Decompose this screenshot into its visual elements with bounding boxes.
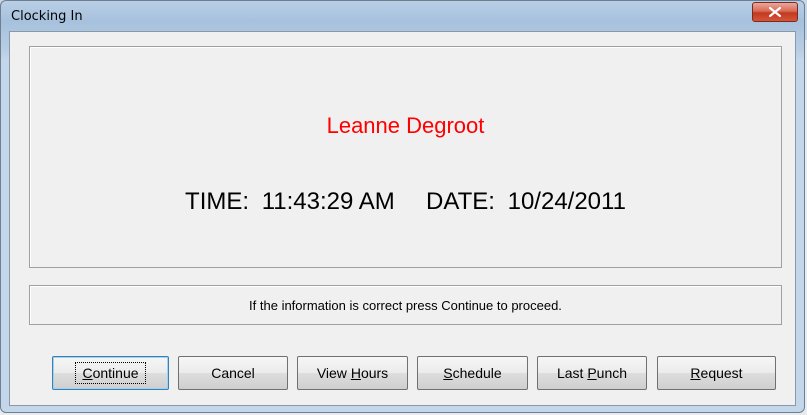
time-date-readout: TIME: 11:43:29 AM DATE: 10/24/2011 [30,188,781,216]
button-bar: Continue Cancel View Hours Schedule Last… [1,356,804,390]
schedule-label: Schedule [443,365,502,381]
window-title: Clocking In [11,9,83,24]
employee-name: Leanne Degroot [326,113,485,138]
date-value: 10/24/2011 [507,188,626,215]
time-value: 11:43:29 AM [261,188,395,215]
last-punch-label: Last Punch [556,365,628,381]
continue-button[interactable]: Continue [52,356,169,390]
last-punch-button[interactable]: Last Punch [537,356,647,390]
cancel-button[interactable]: Cancel [178,356,288,390]
clock-info-panel: Leanne Degroot TIME: 11:43:29 AM DATE: 1… [29,46,782,268]
view-hours-label: View Hours [316,365,389,381]
cancel-label: Cancel [211,365,255,381]
time-label: TIME: [185,188,250,215]
schedule-button[interactable]: Schedule [417,356,528,390]
continue-label: Continue [75,362,146,384]
view-hours-button[interactable]: View Hours [297,356,408,390]
instruction-text: If the information is correct press Cont… [249,298,562,313]
date-label: DATE: [426,188,495,215]
instruction-panel: If the information is correct press Cont… [29,285,782,325]
clocking-in-dialog: Clocking In Leanne Degroot TIME: 11:43:2… [0,0,805,413]
request-label: Request [690,365,743,381]
close-icon [769,7,781,17]
close-button[interactable] [752,2,798,22]
title-bar[interactable]: Clocking In [1,1,804,31]
request-button[interactable]: Request [657,356,776,390]
